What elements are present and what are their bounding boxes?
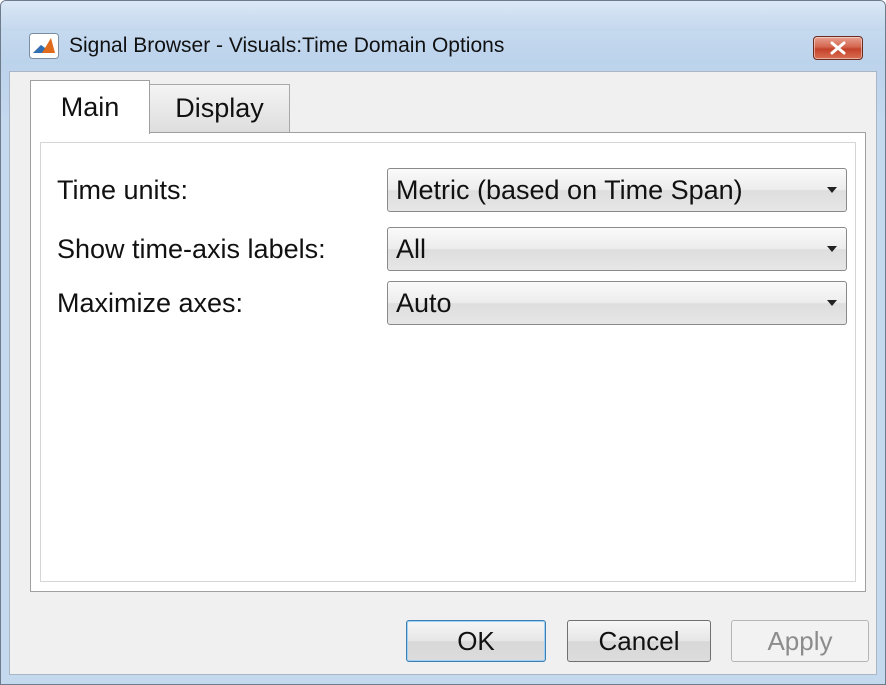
- time-units-value: Metric (based on Time Span): [396, 174, 743, 205]
- ok-button-label: OK: [457, 625, 495, 656]
- tab-display[interactable]: Display: [149, 84, 290, 132]
- maximize-axes-dropdown[interactable]: Auto: [387, 281, 847, 325]
- apply-button-label: Apply: [767, 625, 833, 656]
- cancel-button[interactable]: Cancel: [567, 620, 711, 662]
- options-group: Time units: Metric (based on Time Span) …: [40, 142, 856, 582]
- tab-display-label: Display: [175, 93, 264, 123]
- show-time-axis-labels-label: Show time-axis labels:: [57, 234, 326, 264]
- dialog-window: Signal Browser - Visuals:Time Domain Opt…: [0, 0, 886, 685]
- show-time-axis-labels-value: All: [396, 233, 427, 264]
- window-title: Signal Browser - Visuals:Time Domain Opt…: [69, 34, 505, 57]
- dropdown-arrow-icon: [818, 169, 846, 211]
- cancel-button-label: Cancel: [598, 625, 680, 656]
- maximize-axes-value: Auto: [396, 287, 452, 318]
- apply-button[interactable]: Apply: [731, 620, 869, 662]
- dropdown-arrow-icon: [818, 228, 846, 270]
- close-button[interactable]: [813, 36, 863, 60]
- title-bar: [1, 1, 885, 31]
- dialog-content: Main Display Time units: Metric (based o…: [9, 71, 877, 675]
- show-time-axis-labels-dropdown[interactable]: All: [387, 227, 847, 271]
- dropdown-arrow-icon: [818, 282, 846, 324]
- main-tab-panel: Time units: Metric (based on Time Span) …: [30, 132, 866, 592]
- time-units-dropdown[interactable]: Metric (based on Time Span): [387, 168, 847, 212]
- tab-main-label: Main: [60, 92, 120, 122]
- ok-button[interactable]: OK: [406, 620, 546, 662]
- matlab-icon: [29, 33, 59, 59]
- time-units-label: Time units:: [57, 175, 189, 205]
- maximize-axes-label: Maximize axes:: [57, 288, 244, 318]
- tab-main[interactable]: Main: [30, 80, 150, 134]
- close-icon: [830, 41, 846, 55]
